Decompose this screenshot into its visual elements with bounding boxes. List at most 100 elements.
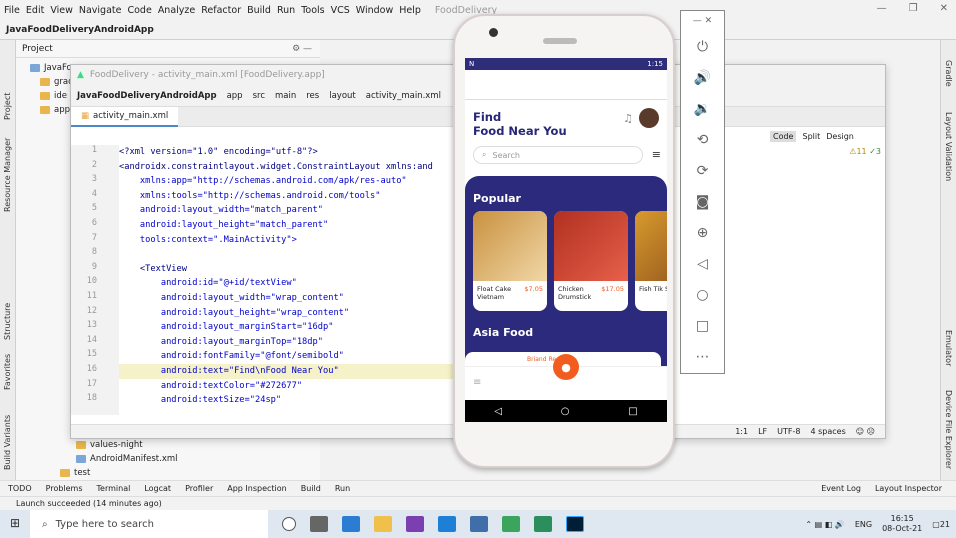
menu-build[interactable]: Build [247, 5, 271, 16]
home-icon[interactable]: ○ [681, 279, 724, 310]
menu-help[interactable]: Help [399, 5, 421, 16]
clock[interactable]: 16:15 08-Oct-21 [882, 514, 922, 534]
recents-icon[interactable]: □ [628, 406, 637, 417]
build-variants-tab[interactable]: Build Variants [3, 415, 12, 470]
menu-window[interactable]: Window [356, 5, 393, 16]
menu-navigate[interactable]: Navigate [79, 5, 122, 16]
device-file-explorer-tab[interactable]: Device File Explorer [944, 390, 953, 469]
smiley-icon[interactable]: ☺ ☹ [856, 427, 875, 436]
android-studio-icon[interactable] [502, 516, 520, 532]
resource-manager-tab[interactable]: Resource Manager [3, 138, 12, 212]
logcat-tab[interactable]: Logcat [144, 484, 171, 493]
close-icon[interactable]: ✕ [940, 3, 948, 14]
problems-tab[interactable]: Problems [46, 484, 83, 493]
filter-icon[interactable]: ≡ [652, 148, 661, 161]
breadcrumb-root[interactable]: JavaFoodDeliveryAndroidApp [6, 25, 154, 35]
taskbar-search[interactable]: ⌕ Type here to search [30, 510, 268, 538]
code-view-button[interactable]: Code [770, 130, 797, 142]
volume-up-icon[interactable]: 🔊 [681, 62, 724, 93]
app-inspection-tab[interactable]: App Inspection [227, 484, 287, 493]
emulator-tab[interactable]: Emulator [944, 330, 953, 366]
food-card[interactable]: Fish Tik Stick [635, 211, 667, 311]
more-icon[interactable]: ⋯ [681, 341, 724, 372]
code-area[interactable]: <?xml version="1.0" encoding="utf-8"?> <… [119, 145, 459, 415]
overview-icon[interactable]: □ [681, 310, 724, 341]
layout-validation-tab[interactable]: Layout Validation [944, 112, 953, 181]
gradle-tab[interactable]: Gradle [944, 60, 953, 87]
volume-down-icon[interactable]: 🔉 [681, 93, 724, 124]
caret-position[interactable]: 1:1 [735, 427, 748, 436]
app-icon[interactable] [534, 516, 552, 532]
code-line: <?xml version="1.0" encoding="utf-8"?> [119, 147, 318, 157]
line-separator[interactable]: LF [758, 427, 767, 436]
system-tray-icons[interactable]: ⌃ ▤ ◧ 🔊 [805, 520, 844, 529]
zoom-icon[interactable]: ⊕ [681, 217, 724, 248]
tree-item[interactable]: test [60, 466, 178, 480]
menu-view[interactable]: View [50, 5, 73, 16]
split-view-button[interactable]: Split [802, 132, 820, 141]
minimize-icon[interactable]: — [877, 3, 887, 14]
menu-refactor[interactable]: Refactor [201, 5, 241, 16]
rotate-right-icon[interactable]: ⟳ [681, 155, 724, 186]
structure-tab[interactable]: Structure [3, 303, 12, 340]
back-icon[interactable]: ◁ [494, 406, 502, 417]
vscode-icon[interactable] [438, 516, 456, 532]
tab-activity-main[interactable]: ▦ activity_main.xml [71, 106, 179, 127]
indent[interactable]: 4 spaces [810, 427, 845, 436]
menu-run[interactable]: Run [277, 5, 295, 16]
design-view-button[interactable]: Design [826, 132, 854, 141]
mail-icon[interactable] [470, 516, 488, 532]
crumb-item[interactable]: JavaFoodDeliveryAndroidApp [77, 91, 217, 101]
menu-code[interactable]: Code [127, 5, 151, 16]
project-tool-tab[interactable]: Project [3, 93, 12, 120]
location-fab[interactable]: ● [553, 354, 579, 380]
run-tab[interactable]: Run [335, 484, 350, 493]
menu-icon[interactable]: ≡ [473, 377, 481, 388]
crumb-item[interactable]: main [275, 91, 296, 101]
maximize-icon[interactable]: ❐ [909, 3, 918, 14]
back-icon[interactable]: ◁ [681, 248, 724, 279]
home-icon[interactable]: ○ [561, 406, 570, 417]
windows-start-icon[interactable]: ⊞ [10, 516, 20, 530]
rotate-left-icon[interactable]: ⟲ [681, 124, 724, 155]
search-input[interactable]: ⌕ Search [473, 146, 643, 164]
visual-studio-icon[interactable] [406, 516, 424, 532]
photoshop-icon[interactable] [566, 516, 584, 532]
word-icon[interactable] [342, 516, 360, 532]
event-log-tab[interactable]: Event Log [821, 484, 861, 493]
menu-file[interactable]: File [4, 5, 20, 16]
crumb-item[interactable]: activity_main.xml [366, 91, 441, 101]
cortana-icon[interactable] [282, 517, 296, 531]
power-icon[interactable]: ⏻ [681, 31, 724, 62]
menu-analyze[interactable]: Analyze [158, 5, 195, 16]
crumb-item[interactable]: app [227, 91, 243, 101]
menu-tools[interactable]: Tools [301, 5, 324, 16]
camera-icon[interactable]: ◙ [681, 186, 724, 217]
tree-item[interactable]: AndroidManifest.xml [76, 452, 178, 466]
project-pane-title[interactable]: Project [22, 44, 53, 54]
build-tab[interactable]: Build [301, 484, 321, 493]
bell-icon[interactable]: ♫ [623, 112, 633, 125]
emulator-window-controls[interactable]: — ✕ [681, 11, 724, 31]
language-indicator[interactable]: ENG [855, 520, 872, 529]
favorites-tab[interactable]: Favorites [3, 354, 12, 390]
crumb-item[interactable]: res [306, 91, 319, 101]
food-card[interactable]: Float Cake Vietnam $7.05 [473, 211, 547, 311]
file-explorer-icon[interactable] [374, 516, 392, 532]
tree-item[interactable]: values-night [76, 438, 178, 452]
encoding[interactable]: UTF-8 [777, 427, 800, 436]
todo-tab[interactable]: TODO [8, 484, 32, 493]
layout-inspector-tab[interactable]: Layout Inspector [875, 484, 942, 493]
notification-icon[interactable]: ▢21 [932, 520, 950, 529]
task-view-icon[interactable] [310, 516, 328, 532]
crumb-item[interactable]: layout [329, 91, 356, 101]
menu-edit[interactable]: Edit [26, 5, 44, 16]
inspection-widget[interactable]: ⚠11 ✓3 [849, 147, 881, 156]
crumb-item[interactable]: src [253, 91, 265, 101]
food-card[interactable]: Chicken Drumstick $17.05 [554, 211, 628, 311]
profiler-tab[interactable]: Profiler [185, 484, 213, 493]
gear-icon[interactable]: ⚙ — [292, 44, 312, 54]
menu-vcs[interactable]: VCS [331, 5, 350, 16]
terminal-tab[interactable]: Terminal [97, 484, 131, 493]
avatar[interactable] [639, 108, 659, 128]
